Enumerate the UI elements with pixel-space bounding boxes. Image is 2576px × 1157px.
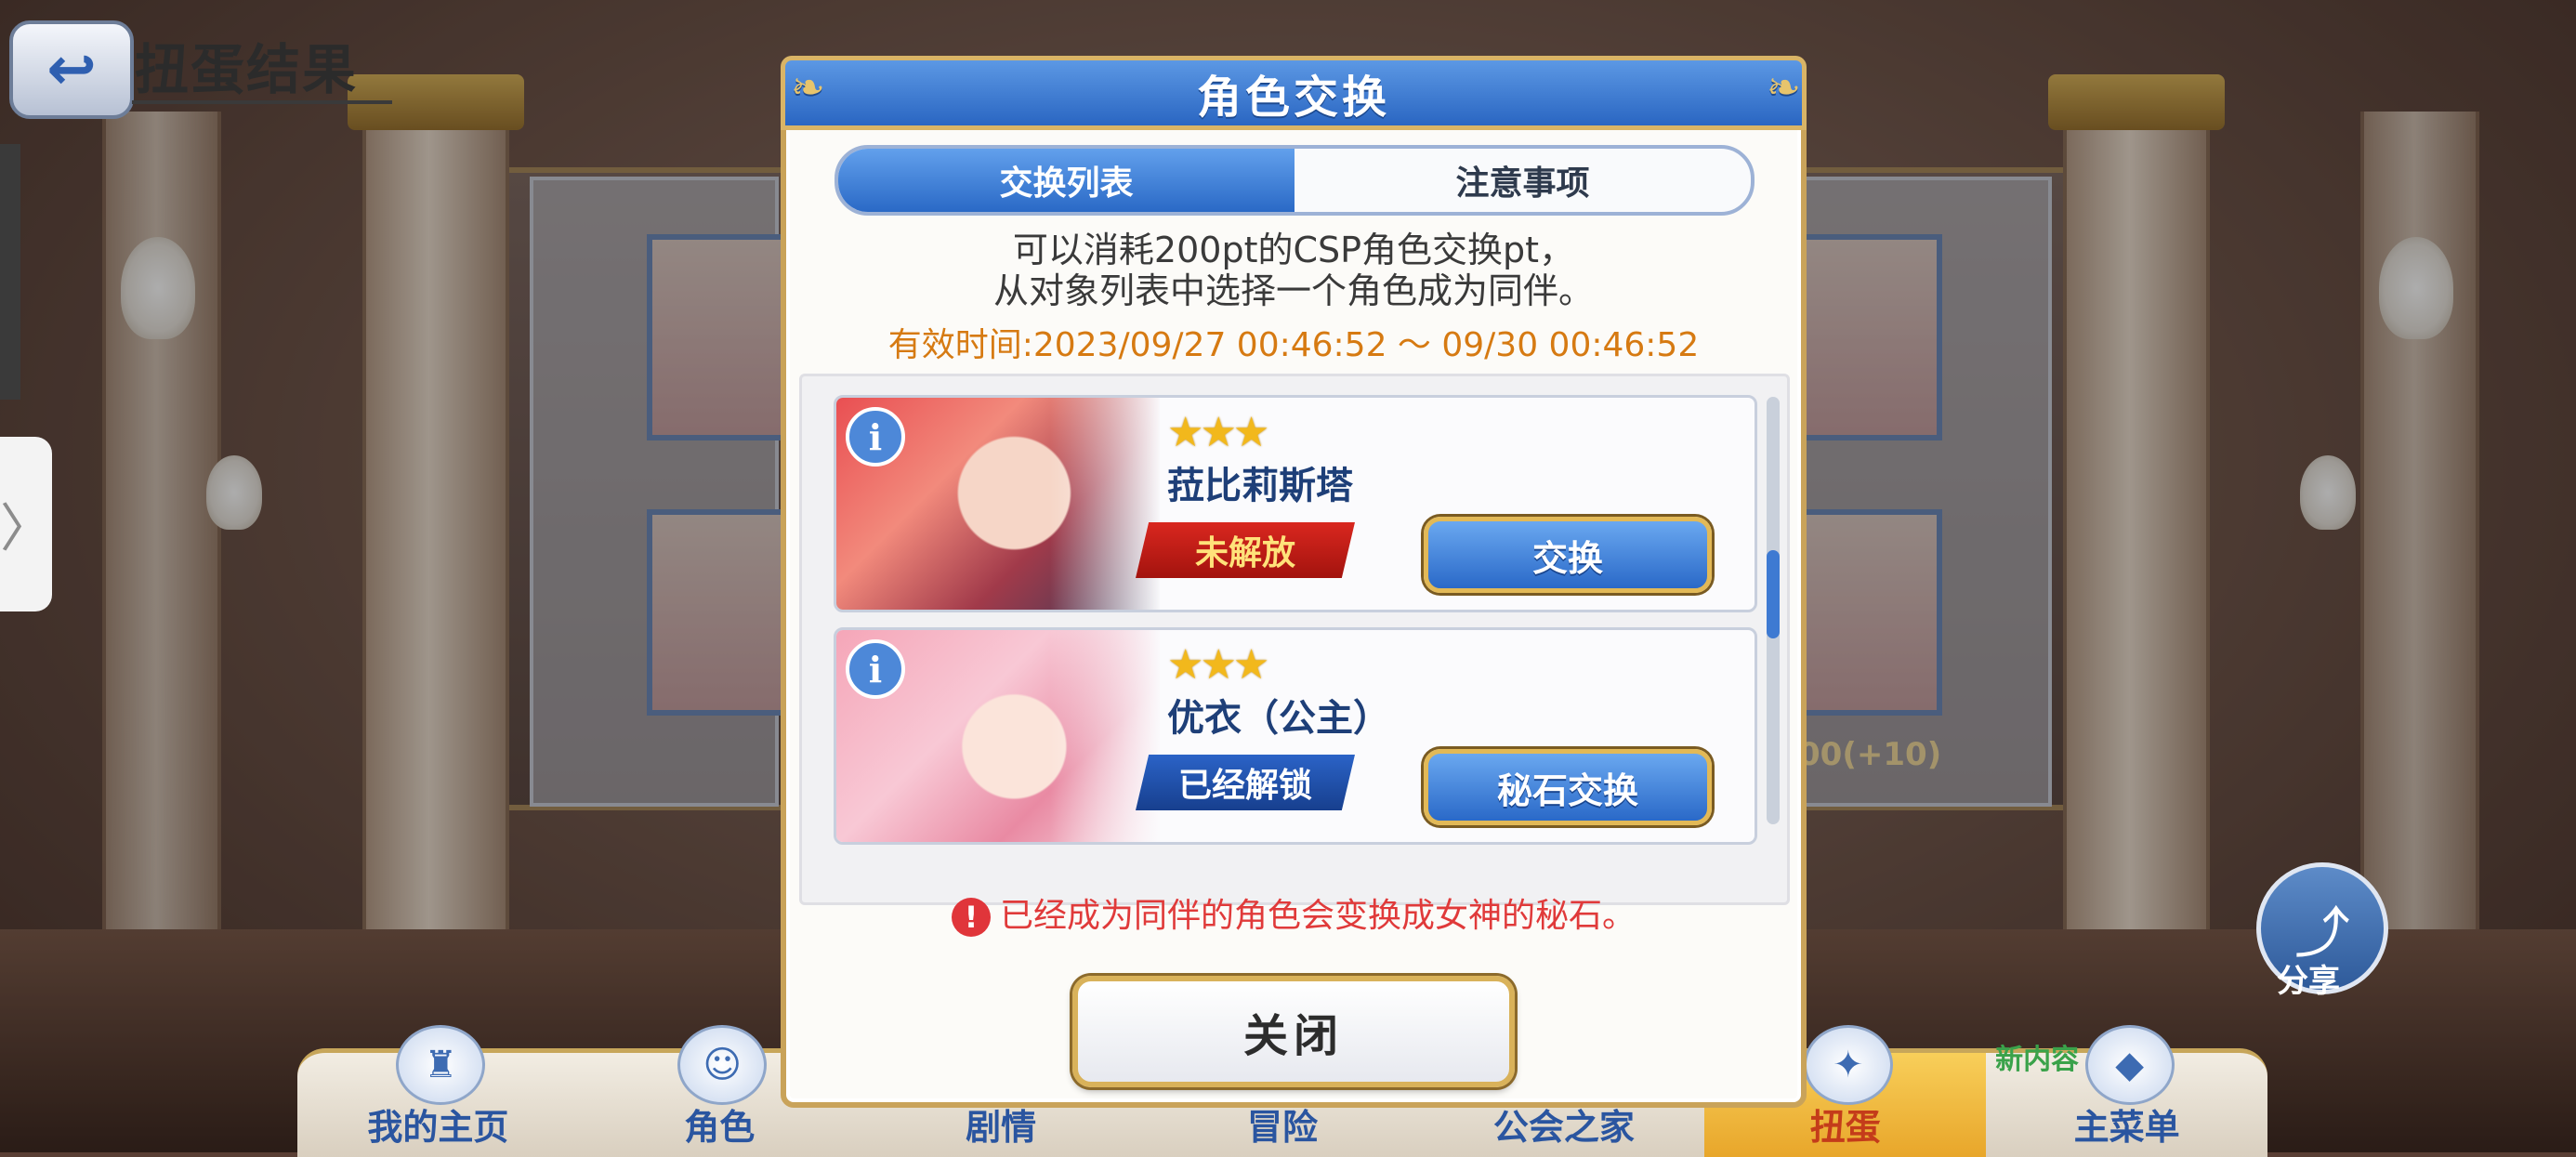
side-strip — [0, 144, 20, 400]
scene-title: 扭蛋结果 — [135, 38, 359, 101]
list-item: i ★★★ 菈比莉斯塔 未解放 交换 — [834, 395, 1757, 612]
ornament-icon: ❧ — [791, 64, 829, 112]
nav-label: 我的主页 — [367, 1107, 509, 1148]
star-rating: ★★★ — [1167, 641, 1269, 689]
notice-text: 已经成为同伴的角色会变换成女神的秘石。 — [999, 897, 1636, 935]
nav-label: 角色 — [684, 1107, 756, 1148]
info-icon[interactable]: i — [846, 407, 905, 467]
ornament-icon: ❧ — [1767, 64, 1805, 112]
nav-label: 主菜单 — [2073, 1107, 2180, 1148]
description-line: 从对象列表中选择一个角色成为同伴。 — [992, 270, 1594, 311]
valid-period: 有效时间:2023/09/27 00:46:52 ～ 09/30 00:46:5… — [887, 326, 1700, 364]
character-name: 菈比莉斯塔 — [1167, 465, 1353, 507]
close-button[interactable]: 关闭 — [1072, 976, 1515, 1087]
scroll-thumb[interactable] — [1767, 550, 1780, 638]
dialog-title: 角色交换 — [1196, 72, 1390, 124]
exchange-list[interactable]: i ★★★ 菈比莉斯塔 未解放 交换 i ★★★ 优衣（公主） 已经解锁 秘石交… — [799, 374, 1790, 905]
share-label: 分享 — [2277, 963, 2340, 1000]
character-icon: ☺ — [677, 1025, 768, 1105]
character-name: 优衣（公主） — [1167, 697, 1390, 740]
back-arrow-icon: ↩ — [46, 35, 97, 104]
gacha-icon: ✦ — [1803, 1025, 1893, 1105]
info-icon[interactable]: i — [846, 639, 905, 699]
tab-exchange-list[interactable]: 交换列表 — [838, 149, 1295, 212]
nav-label: 扭蛋 — [1809, 1107, 1881, 1148]
list-scrollbar[interactable] — [1767, 397, 1780, 824]
title-underline — [132, 100, 392, 104]
list-item: i ★★★ 优衣（公主） 已经解锁 秘石交换 — [834, 627, 1757, 845]
status-badge: 未解放 — [1136, 522, 1355, 578]
warning-icon: ! — [951, 898, 991, 937]
menu-icon: ◆ — [2084, 1025, 2175, 1105]
castle-icon: ♜ — [396, 1025, 486, 1105]
jewel-exchange-button[interactable]: 秘石交换 — [1424, 749, 1712, 825]
nav-home[interactable]: ♜ 我的主页 — [297, 1025, 579, 1157]
star-rating: ★★★ — [1167, 409, 1269, 456]
notice: ! 已经成为同伴的角色会变换成女神的秘石。 — [786, 888, 1801, 937]
chevron-right-icon: 〉 — [0, 498, 52, 559]
character-exchange-dialog: ❧ 角色交换 ❧ 交换列表 注意事项 可以消耗200pt的CSP角色交换pt， … — [781, 56, 1807, 1108]
back-button[interactable]: ↩ — [9, 20, 134, 119]
status-badge: 已经解锁 — [1136, 755, 1355, 810]
dialog-tabs: 交换列表 注意事项 — [835, 145, 1755, 216]
nav-main-menu[interactable]: ◆ 新内容 主菜单 — [1986, 1025, 2267, 1157]
exchange-button[interactable]: 交换 — [1424, 517, 1712, 593]
new-content-badge: 新内容 — [1995, 1044, 2080, 1076]
side-expand-handle[interactable]: 〉 — [0, 437, 52, 611]
tab-notes[interactable]: 注意事项 — [1295, 149, 1751, 212]
dialog-header: ❧ 角色交换 ❧ — [781, 56, 1807, 130]
